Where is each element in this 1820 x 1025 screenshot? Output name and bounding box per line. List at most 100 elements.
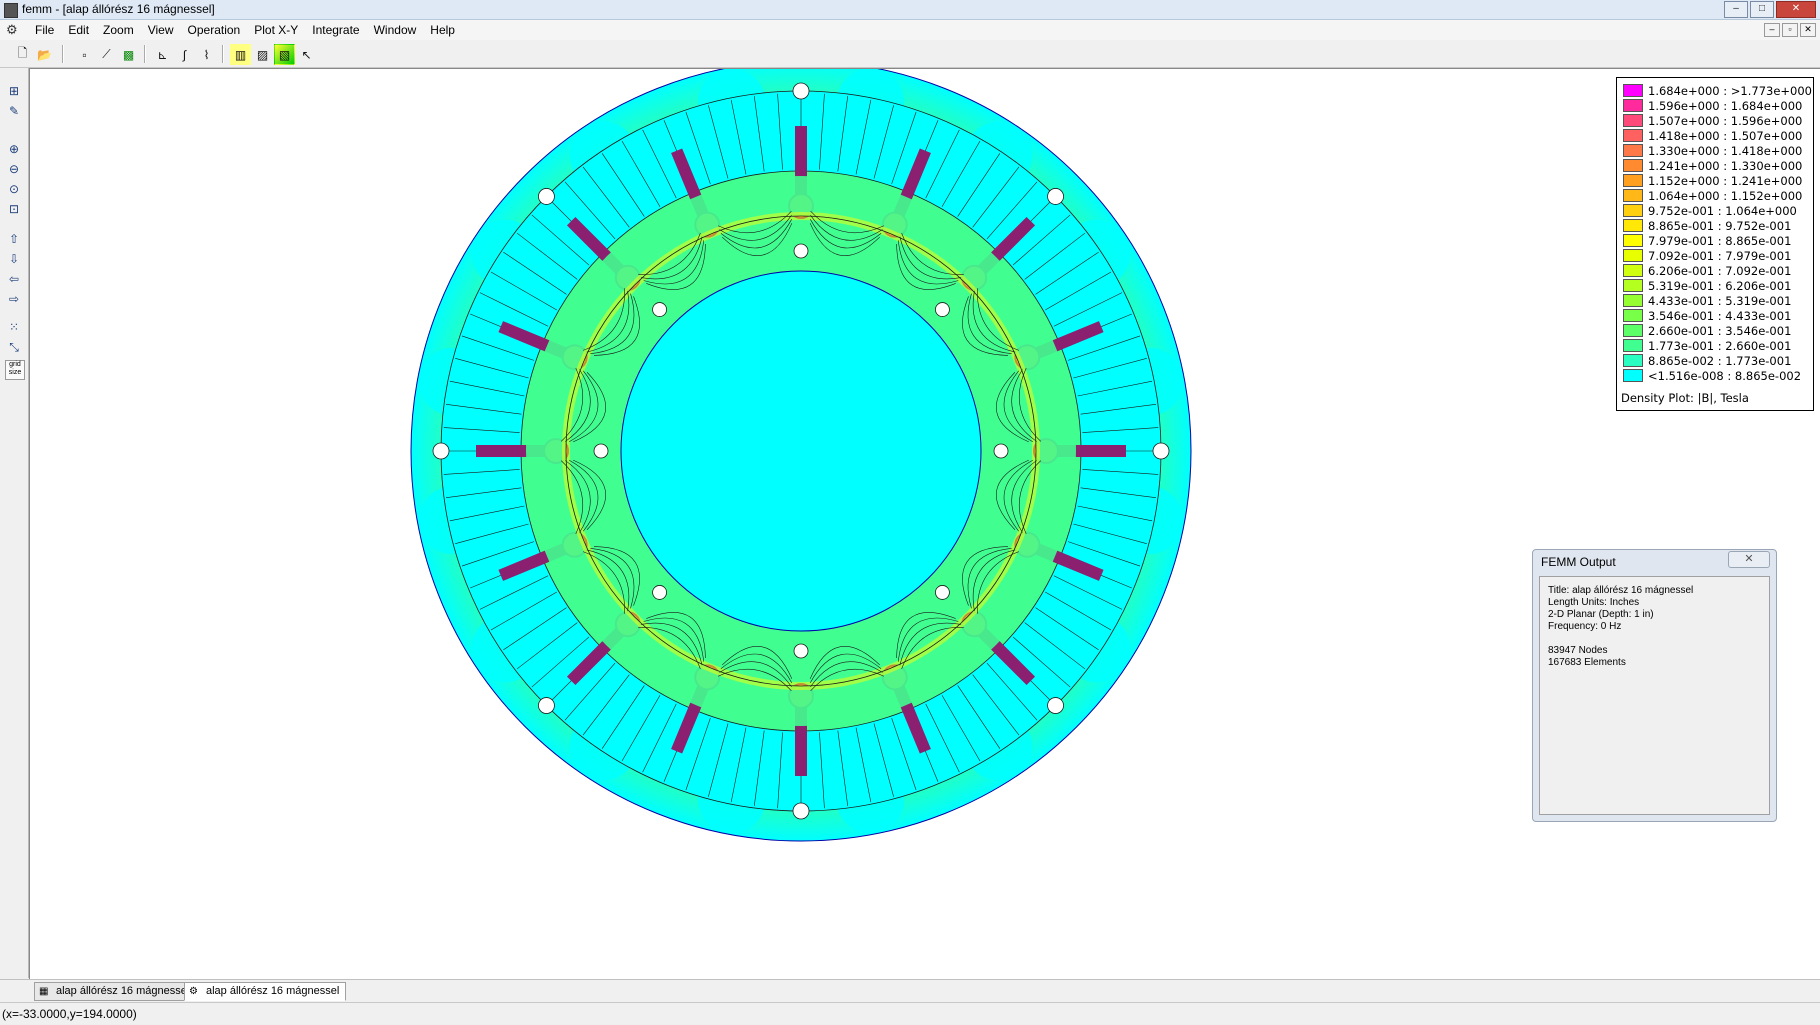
legend-label: 1.507e+000 : 1.596e+000 (1648, 113, 1803, 128)
legend-label: 8.865e-001 : 9.752e-001 (1648, 218, 1792, 233)
legend-label: 2.660e-001 : 3.546e-001 (1648, 323, 1792, 338)
minimize-button[interactable]: – (1724, 1, 1748, 18)
area-mode-icon[interactable]: ▩ (118, 44, 139, 65)
close-button[interactable]: ✕ (1776, 1, 1816, 18)
vector-plot-icon[interactable]: ▧ (274, 44, 295, 65)
plot-xy-icon[interactable]: ⊾ (152, 44, 173, 65)
legend-label: 9.752e-001 : 1.064e+000 (1648, 203, 1797, 218)
legend-label: 1.241e+000 : 1.330e+000 (1648, 158, 1803, 173)
document-tab-bar: ▦ alap állórész 16 mágnessel ⚙ alap álló… (0, 979, 1820, 1001)
menu-zoom[interactable]: Zoom (96, 22, 141, 38)
window-titlebar: femm - [alap állórész 16 mágnessel] – □ … (0, 0, 1820, 20)
legend-row: 1.241e+000 : 1.330e+000 (1623, 158, 1803, 173)
output-line-nodes: 83947 Nodes (1548, 645, 1608, 656)
femm-app-icon (4, 3, 18, 18)
legend-swatch (1623, 369, 1643, 382)
zoom-natural-icon[interactable]: ⊙ (5, 180, 23, 198)
menu-view[interactable]: View (141, 22, 181, 38)
integrate-icon[interactable]: ∫ (174, 44, 195, 65)
zoom-out-icon[interactable]: ⊖ (5, 160, 23, 178)
field-density-plot[interactable] (30, 69, 1470, 979)
legend-row: 3.546e-001 : 4.433e-001 (1623, 308, 1792, 323)
pointer-icon[interactable]: ↖ (296, 44, 317, 65)
pan-right-icon[interactable]: ⇨ (5, 290, 23, 308)
legend-label: <1.516e-008 : 8.865e-002 (1648, 368, 1802, 383)
legend-label: 1.596e+000 : 1.684e+000 (1648, 98, 1803, 113)
legend-label: 1.773e-001 : 2.660e-001 (1648, 338, 1792, 353)
new-document-icon[interactable]: 🗋 (12, 44, 33, 65)
legend-label: 1.330e+000 : 1.418e+000 (1648, 143, 1803, 158)
legend-swatch (1623, 339, 1643, 352)
femm-output-window: FEMM Output ✕ Title: alap állórész 16 má… (1532, 549, 1777, 822)
density-plot-icon[interactable]: ▨ (252, 44, 273, 65)
output-window-title: FEMM Output (1541, 555, 1616, 569)
legend-row: 1.684e+000 : >1.773e+000 (1623, 84, 1812, 98)
main-toolbar: 🗋 📂 ▫ ⟋ ▩ ⊾ ∫ ⌇ ▥ ▨ ▧ ↖ (0, 41, 1820, 68)
mounting-hole (538, 697, 555, 714)
contour-plot-icon[interactable]: ▥ (230, 44, 251, 65)
grid-toggle-icon[interactable]: ⁙ (5, 318, 23, 336)
pan-up-icon[interactable]: ⇧ (5, 230, 23, 248)
open-folder-icon[interactable]: 📂 (34, 44, 55, 65)
legend-swatch (1623, 159, 1643, 172)
mdi-close-button[interactable]: ✕ (1800, 23, 1816, 37)
pan-down-icon[interactable]: ⇩ (5, 250, 23, 268)
grid-size-icon[interactable]: grid size (5, 360, 25, 380)
document-system-icon[interactable]: ⚙ (6, 23, 22, 37)
menu-help[interactable]: Help (423, 22, 462, 38)
output-line-blank (1540, 633, 1769, 645)
legend-row: 2.660e-001 : 3.546e-001 (1623, 323, 1792, 338)
zoom-window-icon[interactable]: ⊡ (5, 200, 23, 218)
preprocessor-doc-icon: ▦ (39, 986, 49, 997)
menu-edit[interactable]: Edit (61, 22, 96, 38)
menu-integrate[interactable]: Integrate (305, 22, 366, 38)
legend-row: 8.865e-001 : 9.752e-001 (1623, 218, 1792, 233)
circuit-icon[interactable]: ⌇ (196, 44, 217, 65)
legend-swatch (1623, 189, 1643, 202)
tab-postprocessor[interactable]: ⚙ alap állórész 16 mágnessel (184, 982, 347, 1001)
menu-plot-xy[interactable]: Plot X-Y (247, 22, 305, 38)
mounting-hole (538, 188, 555, 205)
inner-hole (935, 302, 950, 317)
snap-grid-icon[interactable]: ⤡ (5, 338, 23, 356)
inner-hole (793, 243, 809, 259)
maximize-button[interactable]: □ (1750, 1, 1774, 18)
legend-swatch (1623, 129, 1643, 142)
legend-row: 4.433e-001 : 5.319e-001 (1623, 293, 1792, 308)
legend-label: 3.546e-001 : 4.433e-001 (1648, 308, 1792, 323)
zoom-in-icon[interactable]: ⊕ (5, 140, 23, 158)
contour-mode-icon[interactable]: ⟋ (96, 44, 117, 65)
point-mode-icon[interactable]: ▫ (74, 44, 95, 65)
legend-label: 7.092e-001 : 7.979e-001 (1648, 248, 1792, 263)
legend-swatch (1623, 324, 1643, 337)
output-close-button[interactable]: ✕ (1728, 551, 1770, 568)
legend-swatch (1623, 264, 1643, 277)
tab-label: alap állórész 16 mágnessel (56, 985, 190, 997)
legend-label: 1.152e+000 : 1.241e+000 (1648, 173, 1803, 188)
mdi-restore-button[interactable]: ▫ (1782, 23, 1798, 37)
mesh-icon[interactable]: ⊞ (5, 82, 23, 100)
mdi-minimize-button[interactable]: – (1764, 23, 1780, 37)
menu-file[interactable]: File (28, 22, 61, 38)
mounting-hole (1047, 188, 1064, 205)
legend-swatch (1623, 219, 1643, 232)
menu-operation[interactable]: Operation (181, 22, 248, 38)
edit-icon[interactable]: ✎ (5, 102, 23, 120)
tab-preprocessor[interactable]: ▦ alap állórész 16 mágnessel (34, 982, 197, 1001)
menu-window[interactable]: Window (367, 22, 424, 38)
output-line-frequency: Frequency: 0 Hz (1548, 621, 1622, 632)
legend-swatch (1623, 249, 1643, 262)
legend-swatch (1623, 354, 1643, 367)
inner-hole (593, 443, 609, 459)
postprocessor-canvas[interactable]: 1.684e+000 : >1.773e+000 1.596e+000 : 1.6… (29, 68, 1820, 979)
legend-label: 1.064e+000 : 1.152e+000 (1648, 188, 1803, 203)
legend-row: 1.064e+000 : 1.152e+000 (1623, 188, 1803, 203)
menubar: ⚙ File Edit Zoom View Operation Plot X-Y… (0, 20, 1820, 40)
legend-label: 4.433e-001 : 5.319e-001 (1648, 293, 1792, 308)
inner-hole (935, 585, 950, 600)
mounting-hole (1047, 697, 1064, 714)
density-legend: 1.684e+000 : >1.773e+000 1.596e+000 : 1.6… (1616, 77, 1814, 411)
rotor-core (620, 270, 982, 632)
legend-row: 1.330e+000 : 1.418e+000 (1623, 143, 1803, 158)
pan-left-icon[interactable]: ⇦ (5, 270, 23, 288)
